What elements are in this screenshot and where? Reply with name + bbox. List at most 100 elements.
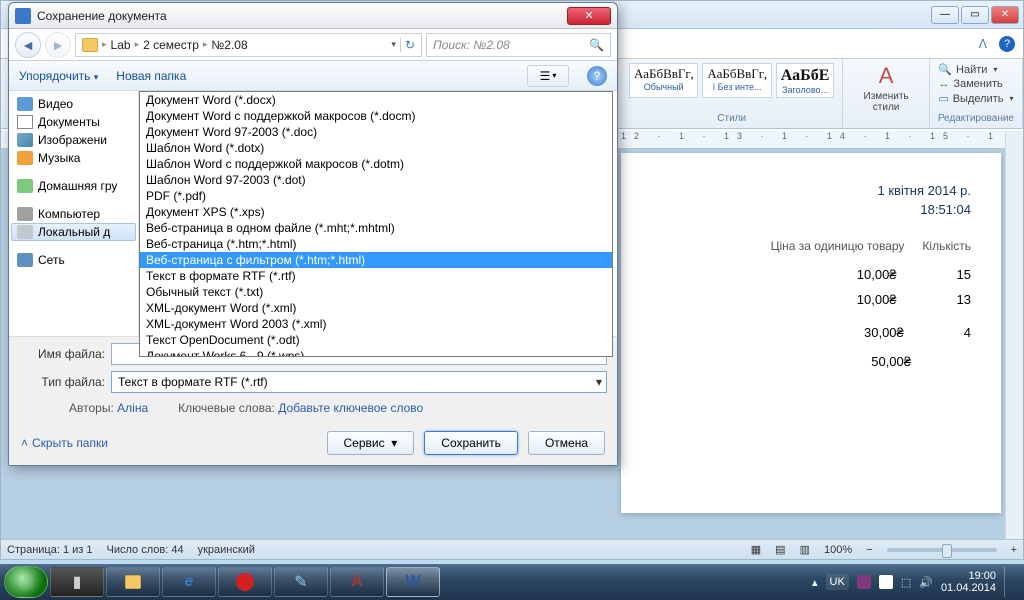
taskbar-clock[interactable]: 19:00 01.04.2014 [941, 570, 996, 594]
new-folder-button[interactable]: Новая папка [116, 69, 186, 83]
nav-item-images[interactable]: Изображени [11, 131, 136, 149]
style-gallery[interactable]: АаБбВвГг,Обычный АаБбВвГг,ї Без инте... … [629, 63, 834, 98]
cancel-button[interactable]: Отмена [528, 431, 605, 455]
filetype-option[interactable]: Шаблон Word (*.dotx) [140, 140, 612, 156]
table-row: 10,00₴13 [651, 292, 971, 307]
taskbar-explorer[interactable] [106, 567, 160, 597]
system-tray[interactable]: ▴ UK ⬚ 🔊 19:00 01.04.2014 [812, 567, 1020, 597]
zoom-slider[interactable] [887, 548, 997, 552]
computer-icon [17, 207, 33, 221]
filetype-option[interactable]: Документ XPS (*.xps) [140, 204, 612, 220]
taskbar-opera[interactable] [218, 567, 272, 597]
document-page[interactable]: 1 квітня 2014 р. 18:51:04 Ціна за одиниц… [621, 153, 1001, 513]
filetype-option[interactable]: Веб-страница с фильтром (*.htm;*.html) [140, 252, 612, 268]
replace-button[interactable]: ↔Заменить [938, 78, 1013, 90]
filetype-option[interactable]: Документ Word с поддержкой макросов (*.d… [140, 108, 612, 124]
taskbar-ie[interactable]: e [162, 567, 216, 597]
filetype-option[interactable]: Текст OpenDocument (*.odt) [140, 332, 612, 348]
view-reading-icon[interactable]: ▤ [775, 543, 785, 556]
network-tray-icon[interactable]: ⬚ [901, 576, 911, 589]
nav-item-computer[interactable]: Компьютер [11, 205, 136, 223]
onenote-tray-icon[interactable] [857, 575, 871, 589]
filetype-option[interactable]: Шаблон Word 97-2003 (*.dot) [140, 172, 612, 188]
select-button[interactable]: ▭Выделить▾ [938, 92, 1013, 105]
table-row: 30,00₴4 [651, 325, 971, 340]
filetype-option[interactable]: Документ Works 6 - 9 (*.wps) [140, 348, 612, 357]
status-bar: Страница: 1 из 1 Число слов: 44 украинск… [1, 539, 1023, 559]
language-indicator[interactable]: UK [826, 574, 849, 590]
style-normal[interactable]: АаБбВвГг,Обычный [629, 63, 698, 98]
tray-chevron-icon[interactable]: ▴ [812, 576, 818, 589]
nav-item-local-disk[interactable]: Локальный д [11, 223, 136, 241]
filetype-option[interactable]: XML-документ Word 2003 (*.xml) [140, 316, 612, 332]
filetype-option[interactable]: Веб-страница в одном файле (*.mht;*.mhtm… [140, 220, 612, 236]
filetype-label: Тип файла: [19, 375, 105, 389]
volume-tray-icon[interactable]: 🔊 [919, 576, 933, 589]
hide-folders-button[interactable]: ˄Скрыть папки [21, 436, 108, 450]
nav-item-music[interactable]: Музыка [11, 149, 136, 167]
nav-back-button[interactable]: ◄ [15, 32, 41, 58]
nav-item-video[interactable]: Видео [11, 95, 136, 113]
breadcrumb[interactable]: ▸ Lab ▸ 2 семестр ▸ №2.08 ▾ ↻ [75, 33, 422, 57]
show-desktop-button[interactable] [1004, 567, 1014, 597]
maximize-button[interactable]: ▭ [961, 6, 989, 24]
view-print-layout-icon[interactable]: ▦ [751, 543, 761, 556]
status-language[interactable]: украинский [198, 544, 255, 556]
zoom-value[interactable]: 100% [824, 544, 852, 556]
taskbar[interactable]: ▮ e ✎ A W ▴ UK ⬚ 🔊 19:00 01.04.2014 [0, 564, 1024, 600]
authors-value[interactable]: Аліна [117, 401, 148, 415]
refresh-icon[interactable]: ↻ [400, 38, 415, 52]
style-no-spacing[interactable]: АаБбВвГг,ї Без инте... [702, 63, 771, 98]
help-icon[interactable]: ? [999, 36, 1015, 52]
navigation-pane[interactable]: Видео Документы Изображени Музыка Домашн… [9, 91, 139, 336]
zoom-out-button[interactable]: − [866, 544, 872, 556]
filetype-option[interactable]: PDF (*.pdf) [140, 188, 612, 204]
taskbar-cmd[interactable]: ▮ [50, 567, 104, 597]
doc-time: 18:51:04 [651, 202, 971, 217]
chevron-up-icon: ˄ [21, 436, 28, 450]
ribbon-minimize-icon[interactable]: ᐱ [979, 37, 987, 51]
taskbar-word[interactable]: W [386, 567, 440, 597]
zoom-in-button[interactable]: + [1011, 544, 1017, 556]
taskbar-access[interactable]: A [330, 567, 384, 597]
disk-icon [17, 225, 33, 239]
action-center-icon[interactable] [879, 575, 893, 589]
filetype-option[interactable]: Веб-страница (*.htm;*.html) [140, 236, 612, 252]
organize-button[interactable]: Упорядочить ▾ [19, 69, 98, 83]
close-button[interactable]: ✕ [991, 6, 1019, 24]
status-word-count[interactable]: Число слов: 44 [107, 544, 184, 556]
find-button[interactable]: 🔍Найти▾ [938, 63, 1013, 76]
change-styles-button[interactable]: A Изменить стили [851, 63, 920, 113]
filetype-option[interactable]: XML-документ Word (*.xml) [140, 300, 612, 316]
filetype-option[interactable]: Документ Word (*.docx) [140, 92, 612, 108]
save-button[interactable]: Сохранить [424, 431, 518, 455]
nav-item-network[interactable]: Сеть [11, 251, 136, 269]
dialog-help-icon[interactable]: ? [587, 66, 607, 86]
dialog-titlebar[interactable]: Сохранение документа ✕ [9, 3, 617, 29]
filetype-option[interactable]: Обычный текст (*.txt) [140, 284, 612, 300]
search-input[interactable]: Поиск: №2.08 🔍 [426, 33, 611, 57]
tools-button[interactable]: Сервис ▾ [327, 431, 415, 455]
col-price-header: Ціна за одиницю товару [771, 239, 905, 253]
filetype-option[interactable]: Шаблон Word с поддержкой макросов (*.dot… [140, 156, 612, 172]
style-heading[interactable]: АаБбЕЗаголово... [776, 63, 835, 98]
dialog-nav-bar: ◄ ► ▸ Lab ▸ 2 семестр ▸ №2.08 ▾ ↻ Поиск:… [9, 29, 617, 61]
vertical-scrollbar[interactable] [1005, 131, 1023, 539]
nav-item-documents[interactable]: Документы [11, 113, 136, 131]
status-page[interactable]: Страница: 1 из 1 [7, 544, 93, 556]
nav-item-homegroup[interactable]: Домашняя гру [11, 177, 136, 195]
filetype-dropdown[interactable]: Документ Word (*.docx)Документ Word с по… [139, 91, 613, 357]
taskbar-notepad[interactable]: ✎ [274, 567, 328, 597]
filetype-combo[interactable]: Текст в формате RTF (*.rtf) [111, 371, 607, 393]
view-web-icon[interactable]: ▥ [800, 543, 810, 556]
keywords-value[interactable]: Добавьте ключевое слово [278, 401, 423, 415]
nav-forward-button[interactable]: ► [45, 32, 71, 58]
filetype-option[interactable]: Текст в формате RTF (*.rtf) [140, 268, 612, 284]
styles-group-label: Стили [717, 113, 746, 124]
dialog-close-button[interactable]: ✕ [567, 7, 611, 25]
start-button[interactable] [4, 566, 48, 598]
filetype-option[interactable]: Документ Word 97-2003 (*.doc) [140, 124, 612, 140]
view-mode-button[interactable]: ☰▾ [527, 65, 569, 87]
minimize-button[interactable]: — [931, 6, 959, 24]
folder-icon [82, 38, 98, 52]
